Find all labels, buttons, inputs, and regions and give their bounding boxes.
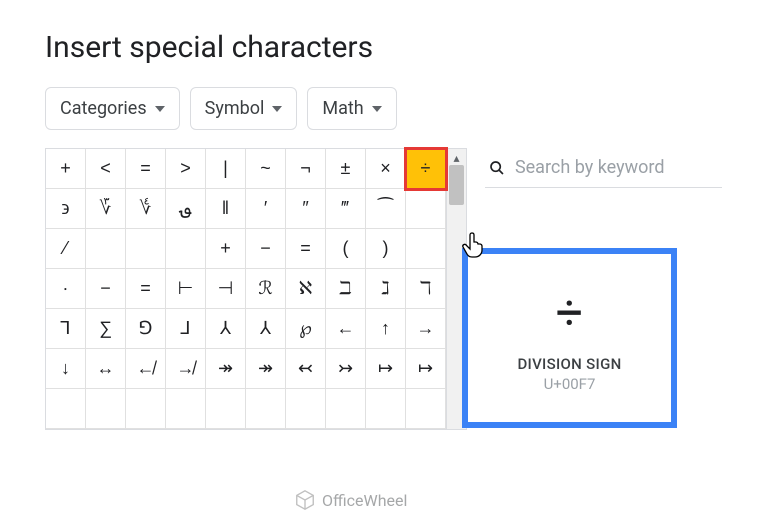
character-cell[interactable] <box>286 389 326 429</box>
character-cell[interactable]: = <box>126 149 166 189</box>
filter-row: Categories Symbol Math <box>45 87 722 130</box>
character-cell[interactable] <box>166 389 206 429</box>
character-cell[interactable]: = <box>126 269 166 309</box>
character-cell[interactable]: = <box>286 229 326 269</box>
character-cell[interactable]: ↔ <box>86 349 126 389</box>
character-cell[interactable]: ℘ <box>286 309 326 349</box>
character-cell[interactable]: ↢ <box>286 349 326 389</box>
character-cell[interactable] <box>406 229 446 269</box>
type-dropdown[interactable]: Symbol <box>190 87 298 130</box>
caret-down-icon <box>155 106 165 112</box>
character-cell[interactable]: ¬ <box>286 149 326 189</box>
character-cell[interactable]: ⁄ <box>46 229 86 269</box>
character-cell[interactable]: ↠ <box>206 349 246 389</box>
character-cell[interactable] <box>406 189 446 229</box>
categories-label: Categories <box>60 98 147 119</box>
character-cell[interactable]: ↑ <box>366 309 406 349</box>
character-cell[interactable]: ÷ <box>406 149 446 189</box>
caret-down-icon <box>272 106 282 112</box>
character-cell[interactable] <box>126 389 166 429</box>
character-cell[interactable] <box>246 389 286 429</box>
subtype-dropdown[interactable]: Math <box>307 87 396 130</box>
character-cell[interactable]: ⅄ <box>246 309 286 349</box>
dialog-title: Insert special characters <box>45 30 722 65</box>
character-cell[interactable]: ‖ <box>206 189 246 229</box>
character-cell[interactable] <box>86 229 126 269</box>
preview-code: U+00F7 <box>544 375 596 393</box>
character-cell[interactable] <box>46 389 86 429</box>
scroll-up-arrow-icon: ▴ <box>453 151 459 165</box>
character-cell[interactable]: ∙ <box>46 269 86 309</box>
character-cell[interactable]: ↦ <box>366 349 406 389</box>
character-cell[interactable]: ″ <box>286 189 326 229</box>
character-cell[interactable]: ‴ <box>326 189 366 229</box>
character-cell[interactable]: ؇ <box>126 189 166 229</box>
character-cell[interactable]: ↦ <box>406 349 446 389</box>
character-cell[interactable] <box>126 229 166 269</box>
character-cell[interactable] <box>166 229 206 269</box>
character-cell[interactable]: ℛ <box>246 269 286 309</box>
character-cell[interactable]: ∑ <box>86 309 126 349</box>
character-cell[interactable]: ⊣ <box>206 269 246 309</box>
character-cell[interactable]: ( <box>326 229 366 269</box>
character-cell[interactable]: ) <box>366 229 406 269</box>
watermark-text: OfficeWheel <box>322 491 407 510</box>
character-cell[interactable]: ⅁ <box>126 309 166 349</box>
character-cell[interactable]: > <box>166 149 206 189</box>
character-grid-wrap: +<=>|~¬±×÷϶؆؇؈‖′″‴⁀⁄+−=()∙−=⊢⊣ℛℵℶℷℸ⅂∑⅁⅃⅄… <box>45 148 467 430</box>
search-input[interactable] <box>515 157 718 178</box>
character-cell[interactable]: + <box>206 229 246 269</box>
character-grid: +<=>|~¬±×÷϶؆؇؈‖′″‴⁀⁄+−=()∙−=⊢⊣ℛℵℶℷℸ⅂∑⅁⅃⅄… <box>46 149 446 429</box>
hexagon-logo-icon <box>294 489 316 511</box>
categories-dropdown[interactable]: Categories <box>45 87 180 130</box>
character-cell[interactable]: ⅄ <box>206 309 246 349</box>
character-cell[interactable]: ℷ <box>366 269 406 309</box>
character-cell[interactable]: + <box>46 149 86 189</box>
character-cell[interactable]: ϶ <box>46 189 86 229</box>
character-cell[interactable]: ′ <box>246 189 286 229</box>
character-cell[interactable]: ↣ <box>326 349 366 389</box>
character-cell[interactable]: − <box>246 229 286 269</box>
search-field[interactable] <box>485 148 722 188</box>
character-cell[interactable] <box>366 389 406 429</box>
character-cell[interactable]: − <box>86 269 126 309</box>
character-cell[interactable]: ~ <box>246 149 286 189</box>
character-cell[interactable]: ← <box>326 309 366 349</box>
character-cell[interactable]: ↓ <box>46 349 86 389</box>
character-cell[interactable]: ± <box>326 149 366 189</box>
character-cell[interactable]: < <box>86 149 126 189</box>
character-cell[interactable]: ℸ <box>406 269 446 309</box>
character-cell[interactable]: ↛ <box>166 349 206 389</box>
scroll-thumb[interactable] <box>449 165 464 205</box>
character-cell[interactable]: ⅂ <box>46 309 86 349</box>
preview-glyph: ÷ <box>556 284 583 341</box>
character-cell[interactable]: ↠ <box>246 349 286 389</box>
character-cell[interactable]: ⊢ <box>166 269 206 309</box>
character-cell[interactable]: → <box>406 309 446 349</box>
character-cell[interactable]: ⅃ <box>166 309 206 349</box>
character-cell[interactable]: | <box>206 149 246 189</box>
character-cell[interactable]: ⁀ <box>366 189 406 229</box>
character-cell[interactable]: ؆ <box>86 189 126 229</box>
type-label: Symbol <box>205 98 265 119</box>
character-cell[interactable] <box>326 389 366 429</box>
watermark: OfficeWheel <box>294 489 407 511</box>
character-cell[interactable]: ℵ <box>286 269 326 309</box>
character-cell[interactable]: ↚ <box>126 349 166 389</box>
caret-down-icon <box>372 106 382 112</box>
character-cell[interactable] <box>406 389 446 429</box>
character-cell[interactable]: ؈ <box>166 189 206 229</box>
search-icon <box>489 159 505 177</box>
character-cell[interactable]: ℶ <box>326 269 366 309</box>
subtype-label: Math <box>322 98 363 119</box>
character-preview-tooltip: ÷ DIVISION SIGN U+00F7 <box>462 248 677 428</box>
character-cell[interactable] <box>206 389 246 429</box>
preview-name: DIVISION SIGN <box>517 355 621 373</box>
character-cell[interactable]: × <box>366 149 406 189</box>
character-cell[interactable] <box>86 389 126 429</box>
